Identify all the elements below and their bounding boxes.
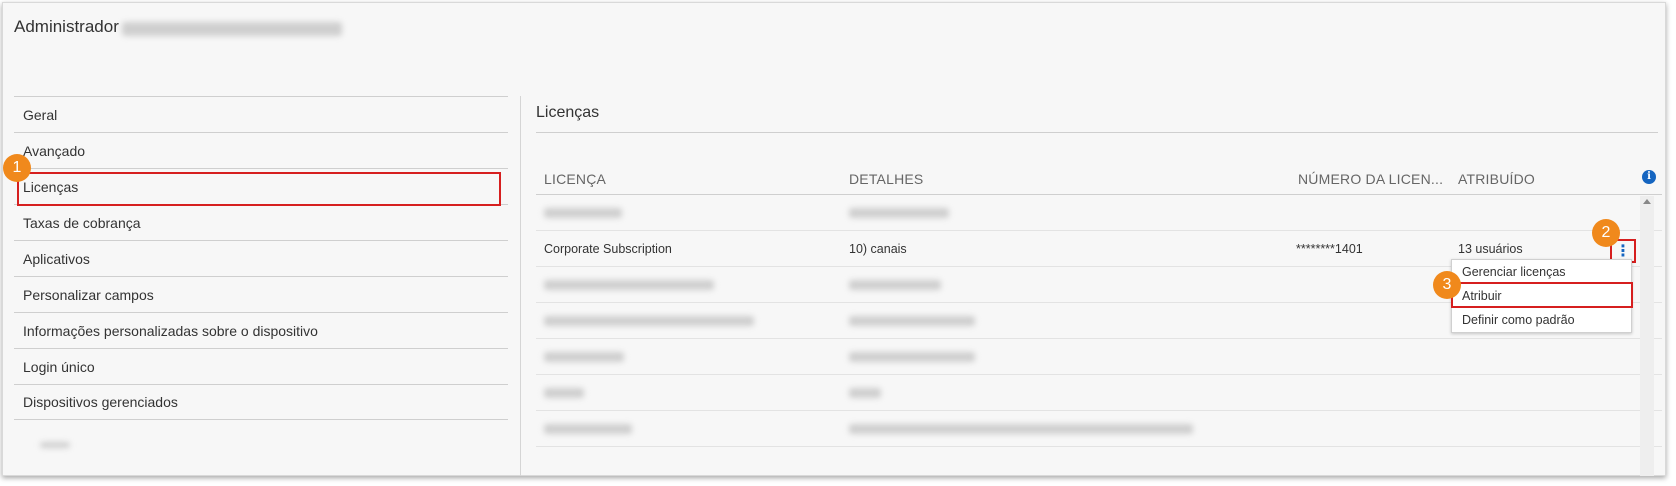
app-title: Administrador xyxy=(14,17,119,36)
panel-divider xyxy=(520,96,521,476)
license-details: 10) canais xyxy=(849,242,907,256)
license-number: ********1401 xyxy=(1296,242,1363,256)
sidebar-item-label: Informações personalizadas sobre o dispo… xyxy=(23,322,318,339)
redacted-cell xyxy=(849,316,975,326)
table-row[interactable] xyxy=(536,411,1662,447)
license-assigned: 13 usuários xyxy=(1458,242,1523,256)
redacted-cell xyxy=(544,280,714,290)
redacted-cell xyxy=(544,208,622,218)
highlight-atribuir xyxy=(1451,282,1633,308)
column-header-details[interactable]: DETALHES xyxy=(849,171,923,187)
redacted-cell xyxy=(849,280,941,290)
org-name-redacted xyxy=(122,22,342,36)
step-badge-3: 3 xyxy=(1433,271,1461,299)
redacted-cell xyxy=(544,352,624,362)
redacted-cell xyxy=(544,316,754,326)
redacted-cell xyxy=(849,208,949,218)
table-row[interactable] xyxy=(536,375,1662,411)
sidebar-item-personalizar-campos[interactable]: Personalizar campos xyxy=(14,276,508,312)
column-header-number[interactable]: NÚMERO DA LICEN... xyxy=(1298,171,1443,187)
sidebar-item-label: Aplicativos xyxy=(23,250,90,267)
sidebar-more-redacted xyxy=(40,442,70,448)
sidebar-item-label: Taxas de cobrança xyxy=(23,214,141,231)
sidebar-item-label: Login único xyxy=(23,358,95,375)
sidebar-item-label: Geral xyxy=(23,106,58,123)
sidebar-item-informacoes-dispositivo[interactable]: Informações personalizadas sobre o dispo… xyxy=(14,312,508,348)
sidebar-item-label: Dispositivos gerenciados xyxy=(23,394,178,410)
menu-item-definir-padrao[interactable]: Definir como padrão xyxy=(1452,308,1631,332)
scroll-up-icon[interactable] xyxy=(1643,199,1651,204)
sidebar-item-dispositivos-gerenciados[interactable]: Dispositivos gerenciados xyxy=(14,384,508,420)
info-icon[interactable]: i xyxy=(1642,170,1656,184)
settings-sidebar: Geral Avançado Licenças Taxas de cobranç… xyxy=(14,96,508,420)
sidebar-item-label: Avançado xyxy=(23,142,86,159)
title-divider xyxy=(536,132,1658,133)
sidebar-item-login-unico[interactable]: Login único xyxy=(14,348,508,384)
column-header-license[interactable]: LICENÇA xyxy=(544,171,606,187)
step-badge-2: 2 xyxy=(1592,219,1620,247)
sidebar-item-geral[interactable]: Geral xyxy=(14,96,508,132)
license-name: Corporate Subscription xyxy=(544,242,672,256)
table-row[interactable] xyxy=(536,339,1662,375)
menu-item-gerenciar-licencas[interactable]: Gerenciar licenças xyxy=(1452,260,1631,284)
sidebar-item-aplicativos[interactable]: Aplicativos xyxy=(14,240,508,276)
table-header: LICENÇA DETALHES NÚMERO DA LICEN... ATRI… xyxy=(536,163,1662,195)
page-title: Licenças xyxy=(536,104,600,121)
sidebar-item-label: Personalizar campos xyxy=(23,286,154,303)
column-header-assigned[interactable]: ATRIBUÍDO xyxy=(1458,171,1535,187)
table-row[interactable] xyxy=(536,195,1662,231)
redacted-cell xyxy=(544,424,632,434)
table-scrollbar[interactable] xyxy=(1640,196,1654,476)
sidebar-item-taxas[interactable]: Taxas de cobrança xyxy=(14,204,508,240)
redacted-cell xyxy=(849,352,975,362)
redacted-cell xyxy=(849,424,1193,434)
redacted-cell xyxy=(849,388,881,398)
step-badge-1: 1 xyxy=(3,154,31,182)
sidebar-item-avancado[interactable]: Avançado xyxy=(14,132,508,168)
redacted-cell xyxy=(544,388,584,398)
highlight-licencas xyxy=(17,172,501,206)
